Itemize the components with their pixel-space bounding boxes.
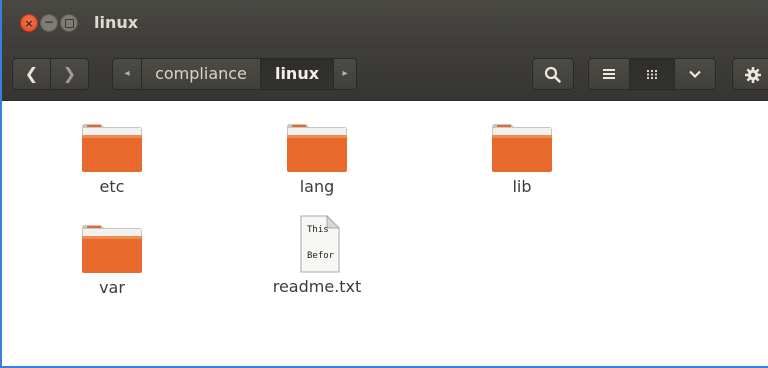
grid-view-icon [647,70,657,79]
settings-menu-button[interactable] [732,58,768,90]
file-name-label: lang [299,177,335,196]
gear-icon [745,67,761,83]
list-view-button[interactable] [588,58,630,90]
file-name-label: var [99,278,125,297]
path-scroll-left-button[interactable]: ◂ [112,58,142,90]
back-button[interactable]: ❮ [12,58,51,90]
search-button[interactable] [532,58,574,90]
breadcrumb-compliance[interactable]: compliance [141,58,261,90]
scroll-right-icon: ▸ [342,68,348,79]
list-view-icon [603,69,615,79]
chevron-down-icon [689,70,701,79]
folder-icon [287,124,347,172]
folder-icon [82,225,142,273]
back-icon: ❮ [24,64,39,83]
forward-icon: ❯ [62,64,77,83]
folder-item[interactable]: lib [467,123,577,196]
grid-view-button[interactable] [629,58,675,90]
scroll-left-icon: ◂ [124,68,130,79]
breadcrumb-linux[interactable]: linux [260,58,334,90]
text-file-icon: This Befor [293,215,341,273]
maximize-window-button[interactable] [60,14,78,32]
maximize-icon [64,19,74,28]
title-bar[interactable]: × − linux [2,0,768,48]
file-name-label: etc [99,177,125,196]
file-manager-window: × − linux ❮ ❯ ◂ compliance linux ▸ etc l… [0,0,768,368]
preview-line: Befor [307,251,335,261]
folder-item[interactable]: etc [57,123,167,196]
folder-item[interactable]: lang [262,123,372,196]
text-file-item[interactable]: This Befor readme.txt [262,215,372,296]
close-window-button[interactable]: × [20,14,38,32]
search-icon [544,66,561,83]
file-name-label: readme.txt [272,277,362,296]
path-scroll-right-button[interactable]: ▸ [333,58,357,90]
minimize-window-button[interactable]: − [40,14,58,32]
view-options-button[interactable] [674,58,716,90]
folder-icon [492,124,552,172]
folder-item[interactable]: var [57,224,167,297]
file-name-label: lib [512,177,532,196]
window-title: linux [94,13,139,32]
folder-icon [82,124,142,172]
toolbar: ❮ ❯ ◂ compliance linux ▸ [2,48,768,101]
file-view[interactable]: etc lang lib var This Befor readme.txt [4,101,768,366]
preview-line: This [307,225,329,235]
forward-button[interactable]: ❯ [50,58,89,90]
